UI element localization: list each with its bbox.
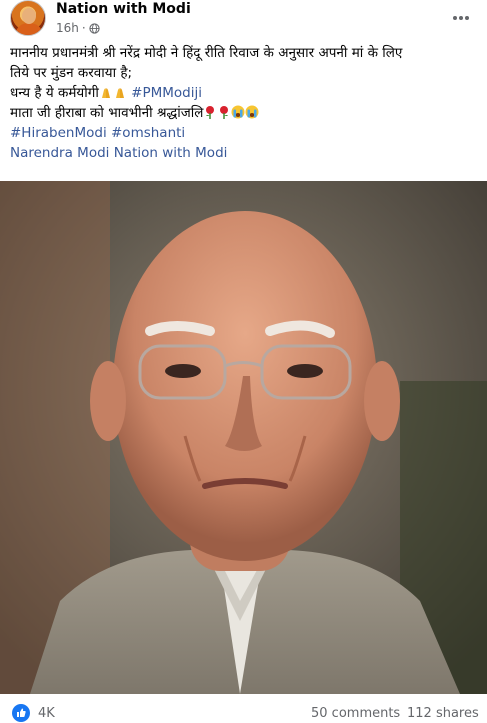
like-icon[interactable] bbox=[12, 704, 30, 722]
post-time-link[interactable]: 16h bbox=[56, 21, 79, 35]
folded-hands-emoji bbox=[115, 88, 124, 98]
post-header: Nation with Modi 16h · bbox=[0, 0, 487, 38]
page-name-link[interactable]: Nation with Modi bbox=[56, 1, 191, 17]
shares-count-link[interactable]: 112 shares bbox=[407, 706, 479, 721]
post-photo[interactable] bbox=[0, 181, 487, 694]
hashtag-pmmodiji-link[interactable]: #PMModiji bbox=[131, 85, 202, 101]
post-text: माननीय प्रधानमंत्री श्री नरेंद्र मोदी ने… bbox=[10, 43, 480, 163]
hashtag-hirabenmodi-link[interactable]: #HirabenModi bbox=[10, 125, 107, 141]
crying-face-emoji bbox=[245, 105, 259, 119]
rose-emoji bbox=[220, 106, 229, 119]
post-footer: 4K 50 comments 112 shares bbox=[0, 698, 487, 723]
avatar-robe bbox=[16, 23, 42, 35]
post-text-line-3-body: धन्य है ये कर्मयोगी bbox=[10, 85, 99, 101]
avatar-face bbox=[22, 8, 36, 24]
crying-face-emoji bbox=[231, 105, 245, 119]
meta-separator: · bbox=[81, 21, 86, 35]
post-text-line-3: धन्य है ये कर्मयोगी #PMModiji bbox=[10, 83, 480, 103]
post-text-line-4: माता जी हीराबा को भावभीनी श्रद्धांजलि bbox=[10, 103, 480, 123]
reaction-count[interactable]: 4K bbox=[38, 706, 55, 721]
portrait-image bbox=[0, 181, 487, 694]
globe-icon bbox=[89, 22, 100, 34]
post-text-line-1: माननीय प्रधानमंत्री श्री नरेंद्र मोदी ने… bbox=[10, 45, 403, 61]
hashtag-omshanti-link[interactable]: #omshanti bbox=[111, 125, 185, 141]
tag-nation-with-modi-link[interactable]: Nation with Modi bbox=[114, 145, 228, 161]
rose-emoji bbox=[206, 106, 215, 119]
post-text-line-2: तिये पर मुंडन करवाया है; bbox=[10, 65, 133, 81]
more-options-icon[interactable] bbox=[451, 8, 471, 28]
comments-count-link[interactable]: 50 comments bbox=[311, 706, 400, 721]
folded-hands-emoji bbox=[101, 88, 110, 98]
post-text-line-4-body: माता जी हीराबा को भावभीनी श्रद्धांजलि bbox=[10, 105, 204, 121]
post-meta: 16h · bbox=[56, 21, 100, 35]
tag-narendra-modi-link[interactable]: Narendra Modi bbox=[10, 145, 109, 161]
post-text-line-5: #HirabenModi #omshanti bbox=[10, 123, 480, 143]
post-text-line-6: Narendra Modi Nation with Modi bbox=[10, 143, 480, 163]
page-avatar[interactable] bbox=[10, 0, 46, 36]
